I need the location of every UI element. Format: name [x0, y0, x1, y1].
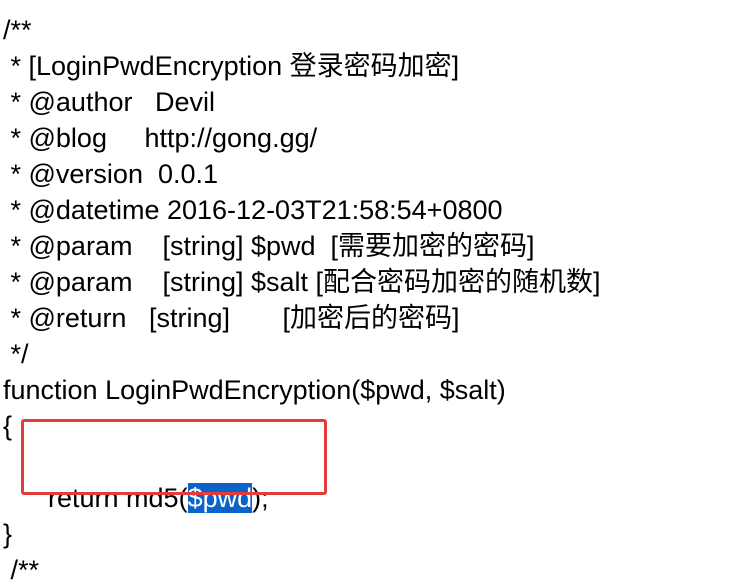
code-line-1: /**: [3, 15, 32, 45]
code-line-9: * @return [string] [加密后的密码]: [3, 303, 460, 333]
code-editor[interactable]: /** * [LoginPwdEncryption 登录密码加密] * @aut…: [0, 0, 756, 585]
code-line-10: */: [3, 339, 29, 369]
code-line-8: * @param [string] $salt [配合密码加密的随机数]: [3, 267, 601, 297]
code-line-15: }: [3, 519, 13, 549]
code-line-5: * @version 0.0.1: [3, 159, 219, 189]
code-line-11: function LoginPwdEncryption($pwd, $salt): [3, 375, 506, 405]
code-line-6: * @datetime 2016-12-03T21:58:54+0800: [3, 195, 503, 225]
code-line-4: * @blog http://gong.gg/: [3, 123, 318, 153]
code-line-7: * @param [string] $pwd [需要加密的密码]: [3, 231, 535, 261]
code-line-3: * @author Devil: [3, 87, 216, 117]
code-line-12: {: [3, 411, 13, 441]
code-line-16: /**: [3, 555, 40, 585]
code-line-2: * [LoginPwdEncryption 登录密码加密]: [3, 51, 460, 81]
highlight-box: [21, 419, 327, 495]
